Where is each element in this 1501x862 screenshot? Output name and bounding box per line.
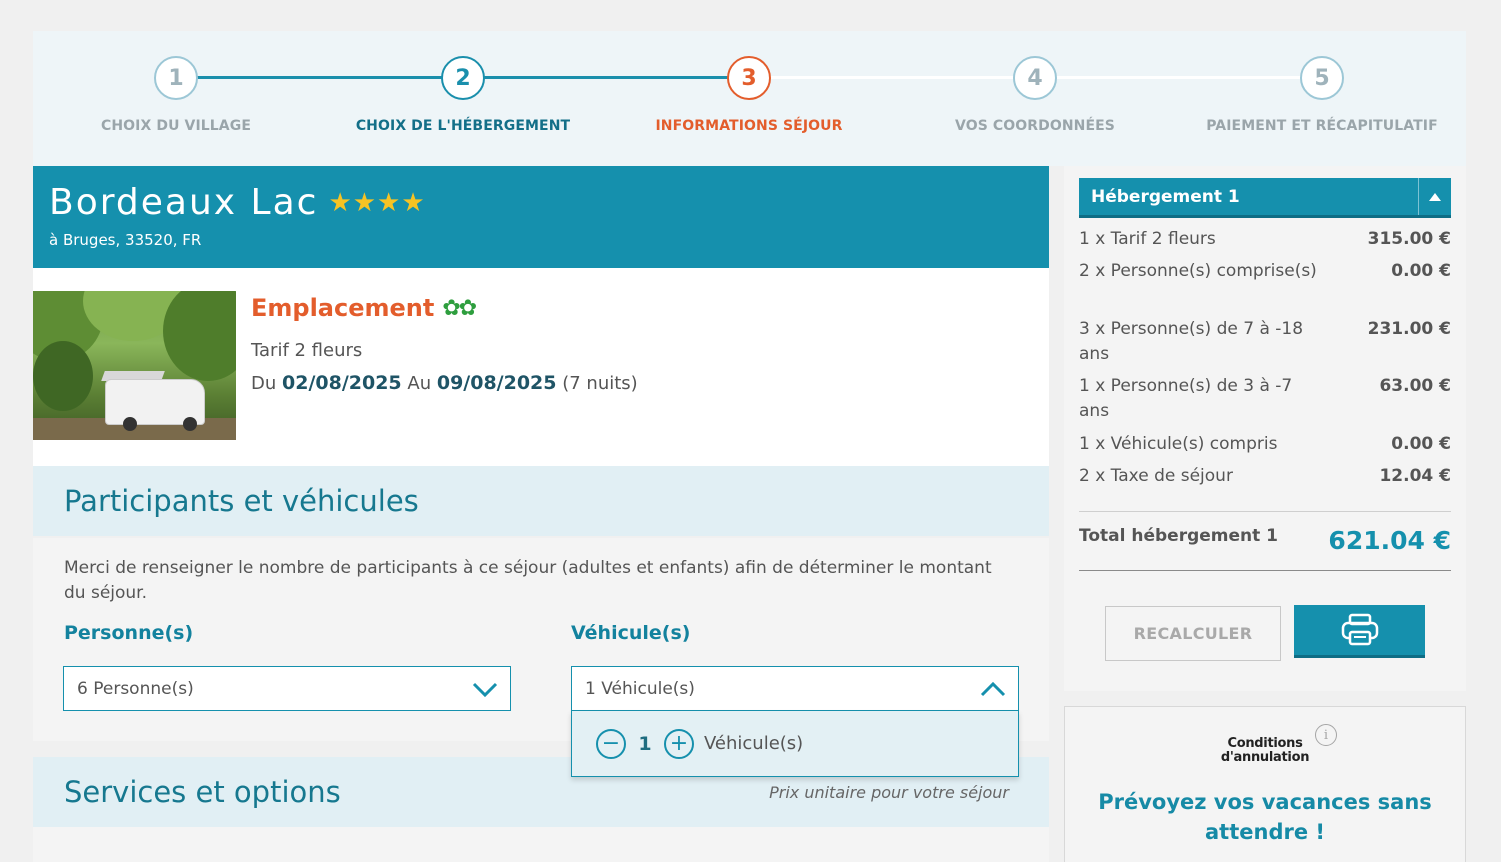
unit-price-note: Prix unitaire pour votre séjour — [769, 782, 1009, 802]
summary-line: 1 x Tarif 2 fleurs 315.00 € — [1079, 227, 1451, 252]
lodging-title: Emplacement ✿✿ — [251, 294, 477, 322]
vehicle-decrement-button[interactable]: − — [596, 728, 626, 759]
step-3: 3 INFORMATIONS SÉJOUR — [619, 56, 879, 134]
vehicle-increment-button[interactable]: + — [664, 728, 694, 759]
summary-line-amount: 231.00 € — [1367, 319, 1451, 339]
summary-line-label: 3 x Personne(s) de 7 à -18 ans — [1079, 319, 1304, 364]
persons-label: Personne(s) — [64, 622, 194, 644]
recalculate-button[interactable]: RECALCULER — [1105, 606, 1281, 661]
lodging-card: Emplacement ✿✿ Tarif 2 fleurs Du 02/08/2… — [33, 268, 1049, 466]
date-to: 09/08/2025 — [436, 372, 557, 394]
step-4: 4 VOS COORDONNÉES — [905, 56, 1165, 134]
summary-line-label: 2 x Taxe de séjour — [1079, 466, 1233, 486]
total-amount: 621.04 € — [1328, 526, 1451, 555]
services-title: Services et options — [64, 775, 341, 809]
step-1-number: 1 — [154, 56, 198, 100]
vehicles-select-value: 1 Véhicule(s) — [585, 678, 695, 699]
accordion-header[interactable]: Hébergement 1 — [1079, 178, 1451, 218]
summary-line-amount: 0.00 € — [1391, 261, 1451, 281]
step-4-label: VOS COORDONNÉES — [955, 118, 1115, 134]
cancellation-logo: Conditions d'annulation — [1065, 737, 1465, 765]
info-icon[interactable]: i — [1315, 724, 1337, 746]
cancellation-logo-line2: d'annulation — [1220, 750, 1310, 765]
summary-line-amount: 0.00 € — [1391, 434, 1451, 454]
nights-count: (7 nuits) — [562, 373, 638, 394]
stay-dates: Du 02/08/2025 Au 09/08/2025 (7 nuits) — [251, 372, 638, 394]
caret-up-icon — [1429, 192, 1441, 201]
cancellation-logo-line1: Conditions — [1227, 736, 1303, 751]
summary-line-label: 1 x Personne(s) de 3 à -7 ans — [1079, 376, 1293, 421]
accordion-toggle-button[interactable] — [1418, 178, 1451, 215]
summary-line-label: 2 x Personne(s) comprise(s) — [1079, 261, 1317, 281]
cancellation-promo-text: Prévoyez vos vacances sans attendre ! — [1098, 790, 1432, 844]
vehicle-quantity: 1 — [638, 732, 652, 755]
lodging-type: Emplacement — [251, 294, 435, 322]
summary-line-amount: 315.00 € — [1367, 229, 1451, 249]
date-from: 02/08/2025 — [282, 372, 402, 394]
step-5-number: 5 — [1300, 56, 1344, 100]
date-from-label: Du — [251, 373, 277, 394]
vehicles-label: Véhicule(s) — [571, 622, 691, 644]
services-body — [33, 827, 1049, 862]
flower-rating-icon: ✿✿ — [442, 295, 477, 321]
step-2[interactable]: 2 CHOIX DE L'HÉBERGEMENT — [333, 56, 593, 134]
persons-select[interactable]: 6 Personne(s) — [63, 666, 511, 711]
camping-header: Bordeaux Lac ★★★★ à Bruges, 33520, FR — [33, 166, 1049, 268]
step-3-number: 3 — [727, 56, 771, 100]
print-button[interactable] — [1294, 605, 1425, 658]
step-4-number: 4 — [1013, 56, 1057, 100]
step-2-number: 2 — [441, 56, 485, 100]
booking-stepper: 1 CHOIX DU VILLAGE 2 CHOIX DE L'HÉBERGEM… — [33, 31, 1466, 166]
participants-intro: Merci de renseigner le nombre de partici… — [64, 558, 992, 603]
step-5: 5 PAIEMENT ET RÉCAPITULATIF — [1192, 56, 1452, 134]
divider — [1079, 511, 1451, 512]
printer-icon — [1341, 613, 1378, 646]
step-5-label: PAIEMENT ET RÉCAPITULATIF — [1206, 118, 1438, 134]
summary-line: 1 x Véhicule(s) compris 0.00 € — [1079, 432, 1451, 457]
summary-line: 2 x Taxe de séjour 12.04 € — [1079, 464, 1451, 489]
step-2-label: CHOIX DE L'HÉBERGEMENT — [355, 118, 571, 134]
persons-select-value: 6 Personne(s) — [77, 678, 194, 699]
date-to-label: Au — [407, 373, 432, 394]
step-1-label: CHOIX DU VILLAGE — [100, 118, 251, 134]
camping-address: à Bruges, 33520, FR — [49, 231, 202, 249]
summary-line-amount: 12.04 € — [1379, 466, 1451, 486]
lodging-tarif: Tarif 2 fleurs — [251, 340, 363, 361]
summary-line: 3 x Personne(s) de 7 à -18 ans 231.00 € — [1079, 317, 1451, 367]
star-rating-icon: ★★★★ — [328, 187, 426, 218]
cancellation-box: Conditions d'annulation i Prévoyez vos v… — [1064, 706, 1466, 862]
step-3-label: INFORMATIONS SÉJOUR — [655, 118, 843, 134]
participants-heading: Participants et véhicules — [33, 466, 1049, 536]
divider — [1079, 570, 1451, 571]
vehicle-unit-label: Véhicule(s) — [704, 733, 804, 754]
step-1[interactable]: 1 CHOIX DU VILLAGE — [46, 56, 306, 134]
summary-line: 1 x Personne(s) de 3 à -7 ans 63.00 € — [1079, 374, 1451, 424]
total-label: Total hébergement 1 — [1079, 526, 1278, 546]
camping-title: Bordeaux Lac ★★★★ — [49, 182, 1033, 223]
vehicles-dropdown: − 1 + Véhicule(s) — [571, 711, 1019, 777]
vehicles-select[interactable]: 1 Véhicule(s) — [571, 666, 1019, 711]
summary-line-label: 1 x Tarif 2 fleurs — [1079, 229, 1216, 249]
summary-line-label: 1 x Véhicule(s) compris — [1079, 434, 1278, 454]
camping-name: Bordeaux Lac — [49, 182, 319, 223]
chevron-up-icon — [980, 681, 1006, 697]
chevron-down-icon — [472, 682, 498, 698]
summary-line-amount: 63.00 € — [1379, 376, 1451, 396]
accordion-title: Hébergement 1 — [1091, 186, 1240, 207]
lodging-photo — [33, 291, 236, 440]
summary-line: 2 x Personne(s) comprise(s) 0.00 € — [1079, 259, 1451, 284]
